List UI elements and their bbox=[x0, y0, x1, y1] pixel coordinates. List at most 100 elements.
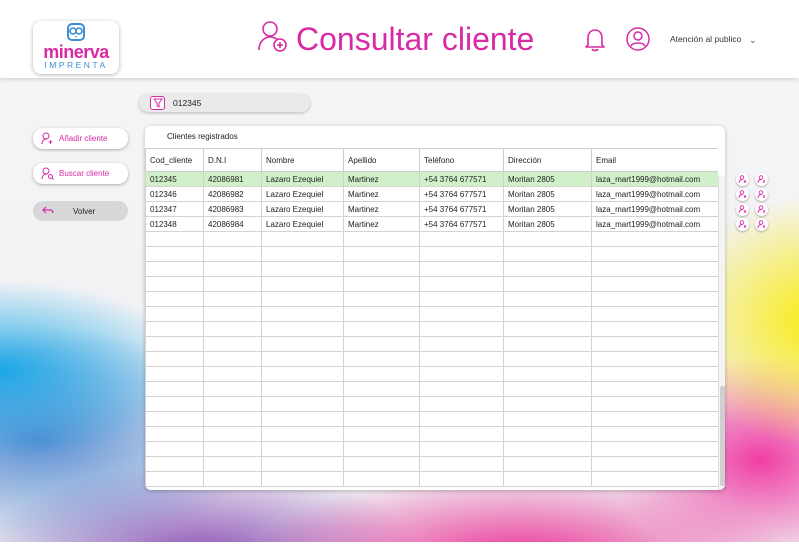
edit-client-icon[interactable] bbox=[736, 218, 749, 231]
table-cell bbox=[343, 321, 420, 337]
delete-client-icon[interactable] bbox=[755, 173, 768, 186]
table-row[interactable]: 012348 42086984 Lazaro Ezequiel Martinez +54… bbox=[145, 216, 718, 232]
bell-icon[interactable] bbox=[584, 27, 606, 52]
panel-title: Clientes registrados bbox=[167, 132, 238, 141]
table-cell bbox=[343, 246, 420, 262]
table-cell bbox=[203, 336, 262, 352]
table-cell bbox=[261, 246, 344, 262]
table-cell bbox=[343, 291, 420, 307]
column-header[interactable]: Apellido bbox=[343, 148, 420, 172]
empty-table-row bbox=[145, 456, 718, 472]
table-scrollbar[interactable] bbox=[718, 176, 725, 490]
table-header-row: Cod_cliente D.N.I Nombre Apellido Teléfo… bbox=[145, 148, 718, 172]
table-cell bbox=[261, 291, 344, 307]
table-cell bbox=[261, 441, 344, 457]
table-cell bbox=[419, 306, 504, 322]
back-button[interactable]: Volver bbox=[33, 201, 128, 221]
column-header[interactable]: Nombre bbox=[261, 148, 344, 172]
column-header[interactable]: Teléfono bbox=[419, 148, 504, 172]
table-cell bbox=[503, 336, 592, 352]
table-cell bbox=[343, 471, 420, 487]
filter-icon[interactable] bbox=[150, 96, 165, 110]
table-cell bbox=[503, 276, 592, 292]
table-row[interactable]: 012346 42086982 Lazaro Ezequiel Martinez +54… bbox=[145, 186, 718, 202]
scrollbar-thumb[interactable] bbox=[720, 386, 725, 486]
table-cell bbox=[591, 291, 718, 307]
table-row[interactable]: 012347 42086983 Lazaro Ezequiel Martinez +54… bbox=[145, 201, 718, 217]
table-cell bbox=[145, 336, 204, 352]
table-cell bbox=[145, 321, 204, 337]
table-cell: laza_mart1999@hotmail.com bbox=[591, 216, 718, 232]
table-cell bbox=[261, 336, 344, 352]
table-cell: Lazaro Ezequiel bbox=[261, 171, 344, 187]
empty-table-row bbox=[145, 351, 718, 367]
table-cell bbox=[503, 381, 592, 397]
table-cell bbox=[591, 411, 718, 427]
empty-table-row bbox=[145, 366, 718, 382]
empty-table-row bbox=[145, 321, 718, 337]
table-cell bbox=[591, 336, 718, 352]
table-cell: Moritan 2805 bbox=[503, 201, 592, 217]
table-cell: Martinez bbox=[343, 186, 420, 202]
table-cell bbox=[261, 231, 344, 247]
user-profile-icon[interactable] bbox=[626, 27, 650, 51]
user-add-icon bbox=[258, 21, 287, 52]
chevron-down-icon[interactable]: ⌄ bbox=[749, 35, 757, 46]
column-header[interactable]: Dirección bbox=[503, 148, 592, 172]
empty-table-row bbox=[145, 411, 718, 427]
table-cell bbox=[203, 396, 262, 412]
search-field[interactable]: 012345 bbox=[139, 94, 310, 112]
table-row[interactable]: 012345 42086981 Lazaro Ezequiel Martinez +54… bbox=[145, 171, 718, 187]
column-header[interactable]: Email bbox=[591, 148, 718, 172]
table-cell bbox=[203, 246, 262, 262]
table-cell: Martinez bbox=[343, 171, 420, 187]
add-client-button[interactable]: Añadir cliente bbox=[33, 128, 128, 149]
table-cell bbox=[503, 366, 592, 382]
table-cell: 012346 bbox=[145, 186, 204, 202]
table-cell bbox=[419, 246, 504, 262]
table-cell bbox=[261, 321, 344, 337]
table-cell: laza_mart1999@hotmail.com bbox=[591, 201, 718, 217]
edit-client-icon[interactable] bbox=[736, 203, 749, 216]
user-role-label[interactable]: Atención al publico bbox=[670, 34, 741, 44]
delete-client-icon[interactable] bbox=[755, 218, 768, 231]
table-cell bbox=[261, 381, 344, 397]
table-cell: 42086982 bbox=[203, 186, 262, 202]
user-search-icon bbox=[41, 167, 54, 180]
table-cell bbox=[419, 426, 504, 442]
top-bar: minerva IMPRENTA Consultar cliente Atenc… bbox=[0, 0, 799, 78]
table-cell bbox=[145, 381, 204, 397]
table-cell bbox=[343, 231, 420, 247]
table-cell bbox=[203, 231, 262, 247]
delete-client-icon[interactable] bbox=[755, 203, 768, 216]
table-cell bbox=[261, 276, 344, 292]
edit-client-icon[interactable] bbox=[736, 188, 749, 201]
back-label: Volver bbox=[73, 207, 96, 216]
clients-table-wrapper: Cod_cliente D.N.I Nombre Apellido Teléfo… bbox=[145, 148, 718, 490]
table-cell bbox=[343, 276, 420, 292]
add-client-label: Añadir cliente bbox=[59, 134, 108, 143]
table-cell bbox=[419, 381, 504, 397]
empty-table-row bbox=[145, 291, 718, 307]
table-cell: Moritan 2805 bbox=[503, 171, 592, 187]
table-cell bbox=[343, 306, 420, 322]
table-cell bbox=[419, 456, 504, 472]
table-cell bbox=[503, 231, 592, 247]
user-add-icon bbox=[41, 132, 53, 145]
logo: minerva IMPRENTA bbox=[33, 21, 119, 74]
table-cell bbox=[261, 426, 344, 442]
table-cell: laza_mart1999@hotmail.com bbox=[591, 171, 718, 187]
search-input[interactable]: 012345 bbox=[173, 98, 201, 108]
owl-logo-icon bbox=[67, 23, 85, 41]
page-title: Consultar cliente bbox=[296, 21, 535, 57]
empty-table-row bbox=[145, 336, 718, 352]
table-cell: Lazaro Ezequiel bbox=[261, 186, 344, 202]
edit-client-icon[interactable] bbox=[736, 173, 749, 186]
search-client-button[interactable]: Buscar cliente bbox=[33, 163, 128, 184]
column-header[interactable]: Cod_cliente bbox=[145, 148, 204, 172]
column-header[interactable]: D.N.I bbox=[203, 148, 262, 172]
delete-client-icon[interactable] bbox=[755, 188, 768, 201]
table-cell: Lazaro Ezequiel bbox=[261, 216, 344, 232]
table-cell bbox=[203, 306, 262, 322]
table-cell bbox=[145, 426, 204, 442]
